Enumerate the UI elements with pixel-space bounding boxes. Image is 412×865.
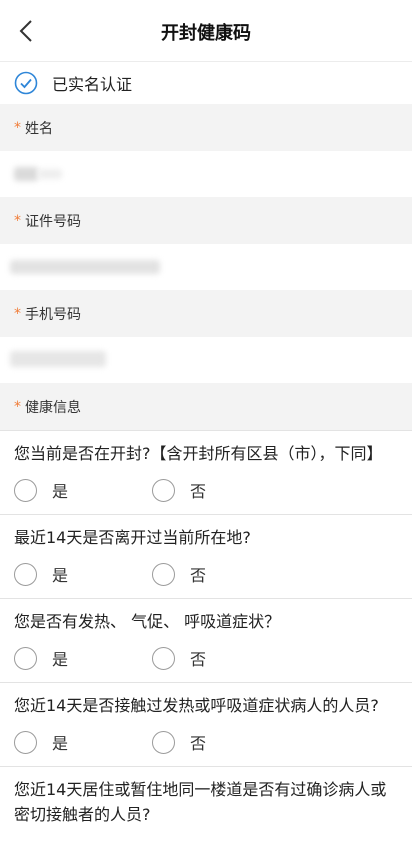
required-mark: * bbox=[14, 305, 21, 322]
id-number-field[interactable] bbox=[0, 244, 412, 290]
name-field-label: * 姓名 bbox=[0, 104, 412, 151]
answer-yes-radio[interactable]: 是 bbox=[14, 478, 152, 502]
question-text: 您近14天是否接触过发热或呼吸道症状病人的人员? bbox=[14, 696, 379, 715]
required-mark: * bbox=[14, 212, 21, 229]
answer-no-label: 否 bbox=[190, 482, 207, 501]
name-label: 姓名 bbox=[25, 120, 53, 137]
verified-text: 已实名认证 bbox=[52, 75, 133, 94]
name-field[interactable] bbox=[0, 151, 412, 197]
id-value-redacted bbox=[10, 260, 160, 274]
health-label: 健康信息 bbox=[25, 399, 81, 416]
radio-circle-icon[interactable] bbox=[152, 478, 175, 502]
required-mark: * bbox=[14, 119, 21, 136]
question-contact-symptomatic: 您近14天是否接触过发热或呼吸道症状病人的人员? 是 否 bbox=[0, 682, 412, 766]
answer-yes-radio[interactable]: 是 bbox=[14, 646, 152, 670]
name-value-redacted-trail bbox=[38, 169, 62, 179]
phone-field[interactable] bbox=[0, 337, 412, 383]
answer-no-radio[interactable]: 否 bbox=[152, 562, 290, 586]
id-label: 证件号码 bbox=[25, 213, 81, 230]
header-bar: 开封健康码 bbox=[0, 0, 412, 62]
phone-field-label: * 手机号码 bbox=[0, 290, 412, 337]
question-left-location: 最近14天是否离开过当前所在地? 是 否 bbox=[0, 514, 412, 598]
radio-circle-icon[interactable] bbox=[14, 562, 37, 586]
answer-yes-label: 是 bbox=[52, 734, 69, 753]
answer-options: 是 否 bbox=[14, 466, 398, 514]
id-field-label: * 证件号码 bbox=[0, 197, 412, 244]
answer-no-radio[interactable]: 否 bbox=[152, 646, 290, 670]
question-text: 您近14天居住或暂住地同一楼道是否有过确诊病人或密切接触者的人员? bbox=[14, 780, 387, 824]
answer-yes-radio[interactable]: 是 bbox=[14, 730, 152, 754]
question-text: 您是否有发热、 气促、 呼吸道症状？ bbox=[14, 612, 281, 631]
answer-no-label: 否 bbox=[190, 566, 207, 585]
answer-no-radio[interactable]: 否 bbox=[152, 478, 290, 502]
required-mark: * bbox=[14, 398, 21, 415]
verified-row: 已实名认证 bbox=[0, 62, 412, 104]
question-confirmed-case-building: 您近14天居住或暂住地同一楼道是否有过确诊病人或密切接触者的人员? bbox=[0, 766, 412, 827]
radio-circle-icon[interactable] bbox=[152, 730, 175, 754]
phone-value-redacted bbox=[10, 351, 106, 367]
question-text: 您当前是否在开封?【含开封所有区县（市），下同】 bbox=[14, 444, 383, 463]
question-symptoms: 您是否有发热、 气促、 呼吸道症状？ 是 否 bbox=[0, 598, 412, 682]
answer-yes-label: 是 bbox=[52, 650, 69, 669]
question-in-kaifeng: 您当前是否在开封?【含开封所有区县（市），下同】 是 否 bbox=[0, 430, 412, 514]
health-info-label: * 健康信息 bbox=[0, 383, 412, 430]
answer-no-radio[interactable]: 否 bbox=[152, 730, 290, 754]
radio-circle-icon[interactable] bbox=[152, 562, 175, 586]
phone-label: 手机号码 bbox=[25, 306, 81, 323]
radio-circle-icon[interactable] bbox=[14, 478, 37, 502]
check-circle-icon bbox=[14, 71, 38, 95]
answer-options: 是 否 bbox=[14, 718, 398, 766]
page-title: 开封健康码 bbox=[161, 23, 251, 44]
question-text: 最近14天是否离开过当前所在地? bbox=[14, 528, 251, 547]
radio-circle-icon[interactable] bbox=[152, 646, 175, 670]
answer-yes-label: 是 bbox=[52, 566, 69, 585]
answer-yes-label: 是 bbox=[52, 482, 69, 501]
answer-options: 是 否 bbox=[14, 550, 398, 598]
radio-circle-icon[interactable] bbox=[14, 646, 37, 670]
answer-no-label: 否 bbox=[190, 734, 207, 753]
answer-no-label: 否 bbox=[190, 650, 207, 669]
answer-options: 是 否 bbox=[14, 634, 398, 682]
name-value-redacted bbox=[14, 167, 38, 181]
answer-yes-radio[interactable]: 是 bbox=[14, 562, 152, 586]
radio-circle-icon[interactable] bbox=[14, 730, 37, 754]
